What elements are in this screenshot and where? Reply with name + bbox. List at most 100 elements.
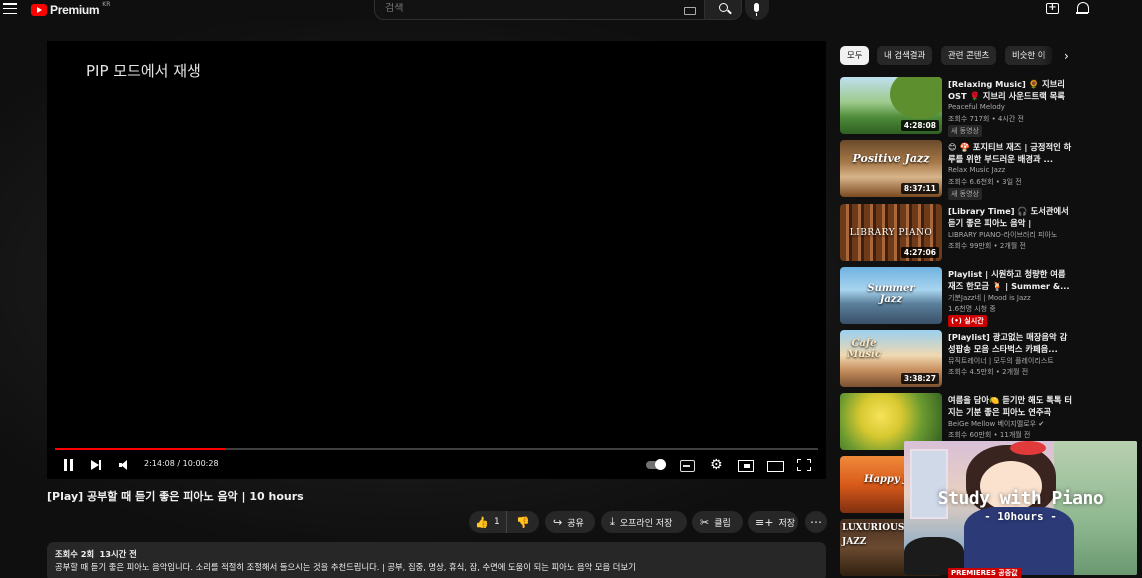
video-thumbnail[interactable]: 4:28:08	[840, 77, 942, 134]
pip-scene-bow	[1010, 441, 1046, 455]
offline-label: 오프라인 저장	[619, 518, 673, 529]
thumbs-down-icon: 👎	[516, 515, 530, 529]
rec-channel[interactable]: BeiGe Mellow 베이지멜로우 ✔	[948, 419, 1078, 429]
duration-badge: 8:37:11	[900, 183, 939, 194]
like-count: 1	[493, 517, 500, 527]
rec-meta: 조회수 717회 • 4시간 전	[948, 115, 1024, 123]
playlist-add-icon: ≡+	[755, 515, 774, 529]
rec-title[interactable]: Playlist | 시원하고 청량한 여름 재즈 한모금 🍹 | Summer…	[948, 268, 1074, 292]
share-button[interactable]: ↪ 공유	[545, 511, 595, 533]
share-label: 공유	[567, 518, 584, 529]
search-input[interactable]	[385, 3, 675, 14]
hamburger-menu-icon[interactable]	[3, 3, 17, 15]
microphone-icon	[754, 3, 759, 16]
share-icon: ↪	[553, 515, 563, 529]
rec-title[interactable]: [Playlist] 광고없는 매장음악 감성팝송 모음 스타벅스 카페음...	[948, 331, 1074, 355]
fullscreen-icon[interactable]	[797, 455, 811, 475]
video-player[interactable]: PIP 모드에서 재생 2:14:08 / 10:00:28 ⚙	[47, 41, 826, 479]
scissors-icon: ✂	[700, 515, 710, 529]
rec-title[interactable]: 😊 🍄 포지티브 재즈 | 긍정적인 하루를 위한 부드러운 배경과 ...	[948, 141, 1074, 165]
pip-subtitle: - 10hours -	[984, 510, 1057, 523]
like-dislike-group: 👍 1 👎	[469, 511, 539, 533]
youtube-premium-logo[interactable]: Premium KR	[31, 0, 111, 18]
rec-title[interactable]: 여름을 담아🍋 듣기만 해도 톡톡 터지는 기분 좋은 피아노 연주곡	[948, 394, 1074, 418]
list-item[interactable]: 4:28:08 [Relaxing Music] 🌻 지브리 OST 🌹 지브리…	[840, 77, 1140, 137]
keyboard-icon[interactable]	[684, 7, 696, 15]
clip-label: 클립	[714, 518, 731, 529]
theater-mode-icon[interactable]	[767, 455, 784, 475]
rec-title[interactable]: [Library Time] 🎧 도서관에서 듣기 좋은 피아노 음악 | Re…	[948, 205, 1074, 229]
search-button[interactable]	[704, 0, 742, 20]
voice-search-button[interactable]	[745, 0, 769, 20]
pause-icon[interactable]	[63, 455, 75, 475]
chip-all[interactable]: 모두	[840, 46, 870, 65]
new-badge: 새 동영상	[948, 188, 982, 200]
rec-meta: 1.6천명 시청 중	[948, 305, 996, 313]
video-thumbnail[interactable]: Summer Jazz	[840, 267, 942, 324]
upload-age: 13시간 전	[99, 549, 137, 559]
progress-bar[interactable]	[55, 448, 818, 450]
notifications-bell-icon[interactable]	[1076, 2, 1089, 14]
rec-title[interactable]: [Relaxing Music] 🌻 지브리 OST 🌹 지브리 사운드트랙 목…	[948, 78, 1074, 102]
save-button[interactable]: ≡+ 저장	[748, 511, 798, 533]
volume-icon[interactable]	[119, 455, 133, 475]
rec-meta: 조회수 4.5만회 • 2개월 전	[948, 368, 1029, 376]
download-icon: ⤓	[610, 515, 615, 528]
duration-badge: 3:38:27	[900, 373, 939, 384]
thumb-caption: Summer Jazz	[867, 283, 915, 305]
live-badge: (•) 실시간	[948, 315, 987, 327]
rec-channel[interactable]: Relax Music Jazz	[948, 166, 1078, 174]
description-meta: 조회수 2회 13시간 전	[55, 548, 818, 561]
next-video-icon[interactable]	[90, 455, 104, 475]
list-item[interactable]: Cafe Music 3:38:27 [Playlist] 광고없는 매장음악 …	[840, 330, 1140, 388]
rec-channel[interactable]: LIBRARY PIANO-라이브러리 피아노	[948, 230, 1078, 240]
miniplayer-icon[interactable]	[738, 455, 754, 475]
dislike-button[interactable]: 👎	[507, 511, 539, 533]
chip-related[interactable]: 관련 콘텐츠	[941, 46, 997, 65]
search-box[interactable]	[374, 0, 704, 20]
subtitles-icon[interactable]	[680, 455, 695, 475]
description-text: 공부할 때 듣기 좋은 피아노 음악입니다. 소리를 적절히 조절해서 들으시는…	[55, 562, 636, 572]
clip-button[interactable]: ✂ 클립	[692, 511, 743, 533]
rec-channel[interactable]: 뮤직트레이너 | 모두의 플레이리스트	[948, 356, 1078, 366]
list-item[interactable]: Positive Jazz 8:37:11 😊 🍄 포지티브 재즈 | 긍정적인…	[840, 140, 1140, 200]
settings-gear-icon[interactable]: ⚙	[710, 455, 724, 475]
youtube-logo-icon	[31, 4, 47, 16]
autoplay-toggle[interactable]	[646, 455, 668, 475]
thumb-caption: Positive Jazz	[852, 152, 930, 165]
description-box[interactable]: 조회수 2회 13시간 전 공부할 때 듣기 좋은 피아노 음악입니다. 소리를…	[47, 542, 826, 578]
thumb-caption: LIBRARY PIANO	[849, 228, 933, 238]
video-thumbnail[interactable]: Positive Jazz 8:37:11	[840, 140, 942, 197]
save-label: 저장	[778, 518, 795, 529]
pip-mode-message: PIP 모드에서 재생	[86, 62, 201, 80]
video-thumbnail[interactable]: LIBRARY PIANO 4:27:06	[840, 204, 942, 261]
list-item[interactable]: LIBRARY PIANO 4:27:06 [Library Time] 🎧 도…	[840, 204, 1140, 262]
progress-fill	[55, 448, 226, 450]
action-row: 👍 1 👎 ↪ 공유 ⤓ 오프라인 저장 ✂ 클립 ≡+ 저장 ⋯	[0, 511, 830, 533]
logo-region: KR	[102, 0, 111, 8]
rec-meta: 조회수 60만회 • 11개월 전	[948, 431, 1031, 439]
rec-channel[interactable]: Peaceful Melody	[948, 103, 1078, 111]
pip-title: Study with Piano	[937, 488, 1104, 509]
video-title: [Play] 공부할 때 듣기 좋은 피아노 음악 | 10 hours	[47, 490, 304, 503]
logo-text: Premium	[50, 3, 100, 17]
create-icon[interactable]: +	[1046, 3, 1059, 14]
search-icon	[719, 3, 728, 12]
like-button[interactable]: 👍 1	[469, 511, 507, 533]
offline-save-button[interactable]: ⤓ 오프라인 저장	[601, 511, 687, 533]
thumb-caption: LUXURIOUS JAZZ	[842, 523, 905, 547]
more-actions-icon[interactable]: ⋯	[805, 511, 827, 533]
chevron-right-icon[interactable]: ›	[1064, 49, 1069, 63]
pip-window[interactable]: Study with Piano - 10hours -	[904, 441, 1137, 575]
chip-my-searches[interactable]: 내 검색결과	[877, 46, 933, 65]
duration-badge: 4:28:08	[900, 120, 939, 131]
list-item[interactable]: Summer Jazz Playlist | 시원하고 청량한 여름 재즈 한모…	[840, 267, 1140, 327]
premieres-badge: PREMIERES 공중값	[948, 568, 1021, 578]
rec-meta: 조회수 99만회 • 2개월 전	[948, 242, 1026, 250]
filter-chips: 모두 내 검색결과 관련 콘텐츠 비슷한 이	[840, 46, 1140, 66]
time-display: 2:14:08 / 10:00:28	[144, 459, 219, 468]
video-thumbnail[interactable]: Cafe Music 3:38:27	[840, 330, 942, 387]
duration-badge: 4:27:06	[900, 247, 939, 258]
new-badge: 새 동영상	[948, 125, 982, 137]
rec-channel[interactable]: 기분Jazz네 | Mood is Jazz	[948, 293, 1078, 303]
